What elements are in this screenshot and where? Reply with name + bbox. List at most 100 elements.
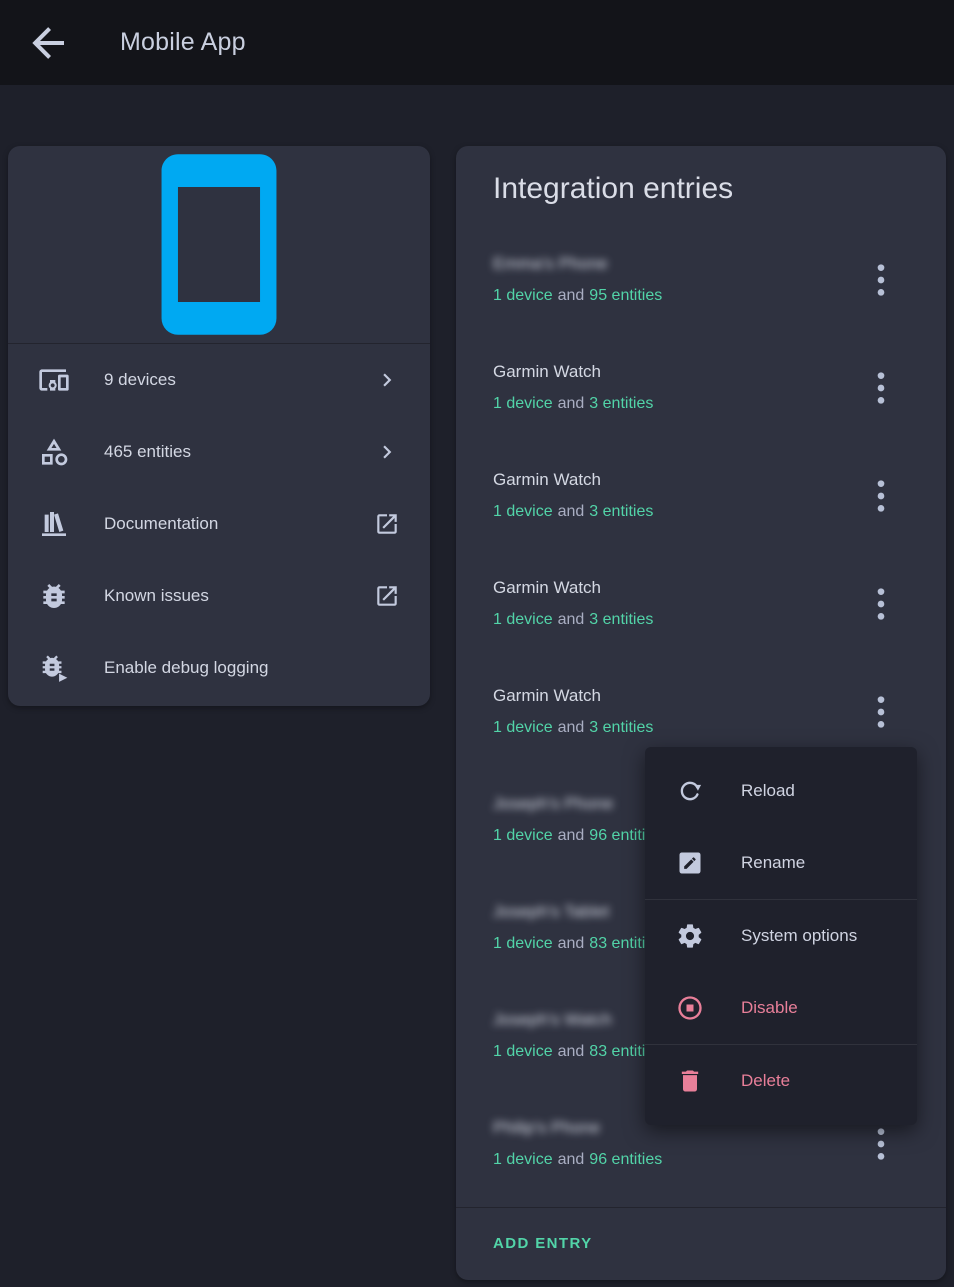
arrow-left-icon	[24, 19, 72, 67]
back-button[interactable]	[24, 19, 72, 67]
entry-entities-link[interactable]: 3 entities	[589, 608, 653, 632]
entry-name: Joseph's Watch	[493, 1008, 662, 1032]
entry-devices-link[interactable]: 1 device	[493, 716, 553, 740]
entry-subtitle-join: and	[558, 716, 585, 740]
cog-icon	[676, 922, 704, 950]
entry-entities-link[interactable]: 3 entities	[589, 500, 653, 524]
entry-subtitle-join: and	[558, 1148, 585, 1172]
reload-icon	[676, 777, 704, 805]
info-row[interactable]: 9 devices	[8, 344, 430, 416]
delete-icon	[676, 1067, 704, 1095]
cellphone-icon	[8, 146, 430, 343]
entry-menu-button[interactable]	[861, 584, 901, 624]
entry-subtitle-join: and	[558, 500, 585, 524]
entry-name: Emma's Phone	[493, 252, 662, 276]
entry-entities-link[interactable]: 95 entities	[589, 284, 662, 308]
bug-icon	[38, 580, 70, 612]
entry-devices-link[interactable]: 1 device	[493, 1040, 553, 1064]
entry-name: Joseph's Phone	[493, 792, 662, 816]
open-in-new-icon	[374, 583, 400, 609]
delete-icon	[676, 1067, 704, 1095]
menu-item[interactable]: Reload	[645, 755, 917, 827]
entry-entities-link[interactable]: 96 entities	[589, 1148, 662, 1172]
integration-entry-row: Garmin Watch 1 device and 3 entities	[456, 442, 946, 550]
entry-name: Garmin Watch	[493, 468, 653, 492]
page-title: Mobile App	[120, 28, 246, 57]
rename-icon	[676, 849, 704, 877]
entry-devices-link[interactable]: 1 device	[493, 392, 553, 416]
devices-icon	[38, 364, 70, 396]
info-row-label: Documentation	[104, 514, 218, 534]
open-in-new-icon	[374, 583, 400, 609]
menu-item-label: Delete	[741, 1071, 790, 1091]
devices-icon	[38, 364, 70, 396]
info-row[interactable]: 465 entities	[8, 416, 430, 488]
shapes-icon	[38, 436, 70, 468]
menu-item[interactable]: Disable	[645, 972, 917, 1044]
info-row-label: Known issues	[104, 586, 209, 606]
entry-devices-link[interactable]: 1 device	[493, 500, 553, 524]
entry-menu-button[interactable]	[861, 368, 901, 408]
entry-subtitle-join: and	[558, 284, 585, 308]
entry-entities-link[interactable]: 3 entities	[589, 716, 653, 740]
entry-subtitle: 1 device and 83 entities	[493, 932, 662, 956]
cog-icon	[676, 922, 704, 950]
bookshelf-icon	[38, 508, 70, 540]
entry-menu-button[interactable]	[861, 1124, 901, 1164]
entry-subtitle-join: and	[558, 392, 585, 416]
entry-devices-link[interactable]: 1 device	[493, 824, 553, 848]
menu-item-label: Reload	[741, 781, 795, 801]
integration-entry-row: Garmin Watch 1 device and 3 entities	[456, 334, 946, 442]
entry-name: Garmin Watch	[493, 360, 653, 384]
add-entry-button[interactable]: ADD ENTRY	[493, 1235, 593, 1252]
open-in-new-icon	[374, 511, 400, 537]
arrow-left-icon	[24, 19, 72, 67]
dots-vertical-icon	[861, 692, 901, 732]
add-entry-row: ADD ENTRY	[456, 1208, 946, 1279]
integration-info-card: 9 devices 465 entities Documentation Kno…	[8, 146, 430, 706]
entry-devices-link[interactable]: 1 device	[493, 1148, 553, 1172]
entry-menu-button[interactable]	[861, 476, 901, 516]
entry-subtitle: 1 device and 3 entities	[493, 500, 653, 524]
info-row-label: 9 devices	[104, 370, 176, 390]
entry-name: Philip's Phone	[493, 1116, 662, 1140]
app-header: Mobile App	[0, 0, 954, 85]
entry-context-menu: Reload Rename System options Disable Del…	[645, 747, 917, 1125]
entries-title: Integration entries	[493, 170, 946, 208]
bookshelf-icon	[38, 508, 70, 540]
integration-entry-row: Garmin Watch 1 device and 3 entities	[456, 550, 946, 658]
dots-vertical-icon	[861, 260, 901, 300]
chevron-right-icon	[374, 367, 400, 393]
bug-icon	[38, 580, 70, 612]
info-row[interactable]: Documentation	[8, 488, 430, 560]
entry-menu-button[interactable]	[861, 260, 901, 300]
menu-item[interactable]: Rename	[645, 827, 917, 899]
info-row[interactable]: Known issues	[8, 560, 430, 632]
chevron-right-icon	[374, 439, 400, 465]
entry-subtitle-join: and	[558, 1040, 585, 1064]
bug-play-icon	[38, 652, 70, 684]
open-in-new-icon	[374, 511, 400, 537]
menu-item[interactable]: Delete	[645, 1045, 917, 1117]
rename-icon	[676, 849, 704, 877]
entry-entities-link[interactable]: 3 entities	[589, 392, 653, 416]
menu-item-label: Rename	[741, 853, 805, 873]
entry-subtitle-join: and	[558, 824, 585, 848]
entry-devices-link[interactable]: 1 device	[493, 608, 553, 632]
entry-name: Garmin Watch	[493, 576, 653, 600]
integration-entry-row: Emma's Phone 1 device and 95 entities	[456, 226, 946, 334]
entry-subtitle-join: and	[558, 932, 585, 956]
entry-subtitle: 1 device and 83 entities	[493, 1040, 662, 1064]
entry-subtitle: 1 device and 96 entities	[493, 1148, 662, 1172]
entry-subtitle: 1 device and 3 entities	[493, 608, 653, 632]
entry-name: Joseph's Tablet	[493, 900, 662, 924]
chevron-right-icon	[374, 439, 400, 465]
entry-menu-button[interactable]	[861, 692, 901, 732]
entry-devices-link[interactable]: 1 device	[493, 932, 553, 956]
menu-item[interactable]: System options	[645, 900, 917, 972]
chevron-right-icon	[374, 367, 400, 393]
shapes-icon	[38, 436, 70, 468]
entry-subtitle: 1 device and 3 entities	[493, 716, 653, 740]
info-row[interactable]: Enable debug logging	[8, 632, 430, 704]
entry-devices-link[interactable]: 1 device	[493, 284, 553, 308]
